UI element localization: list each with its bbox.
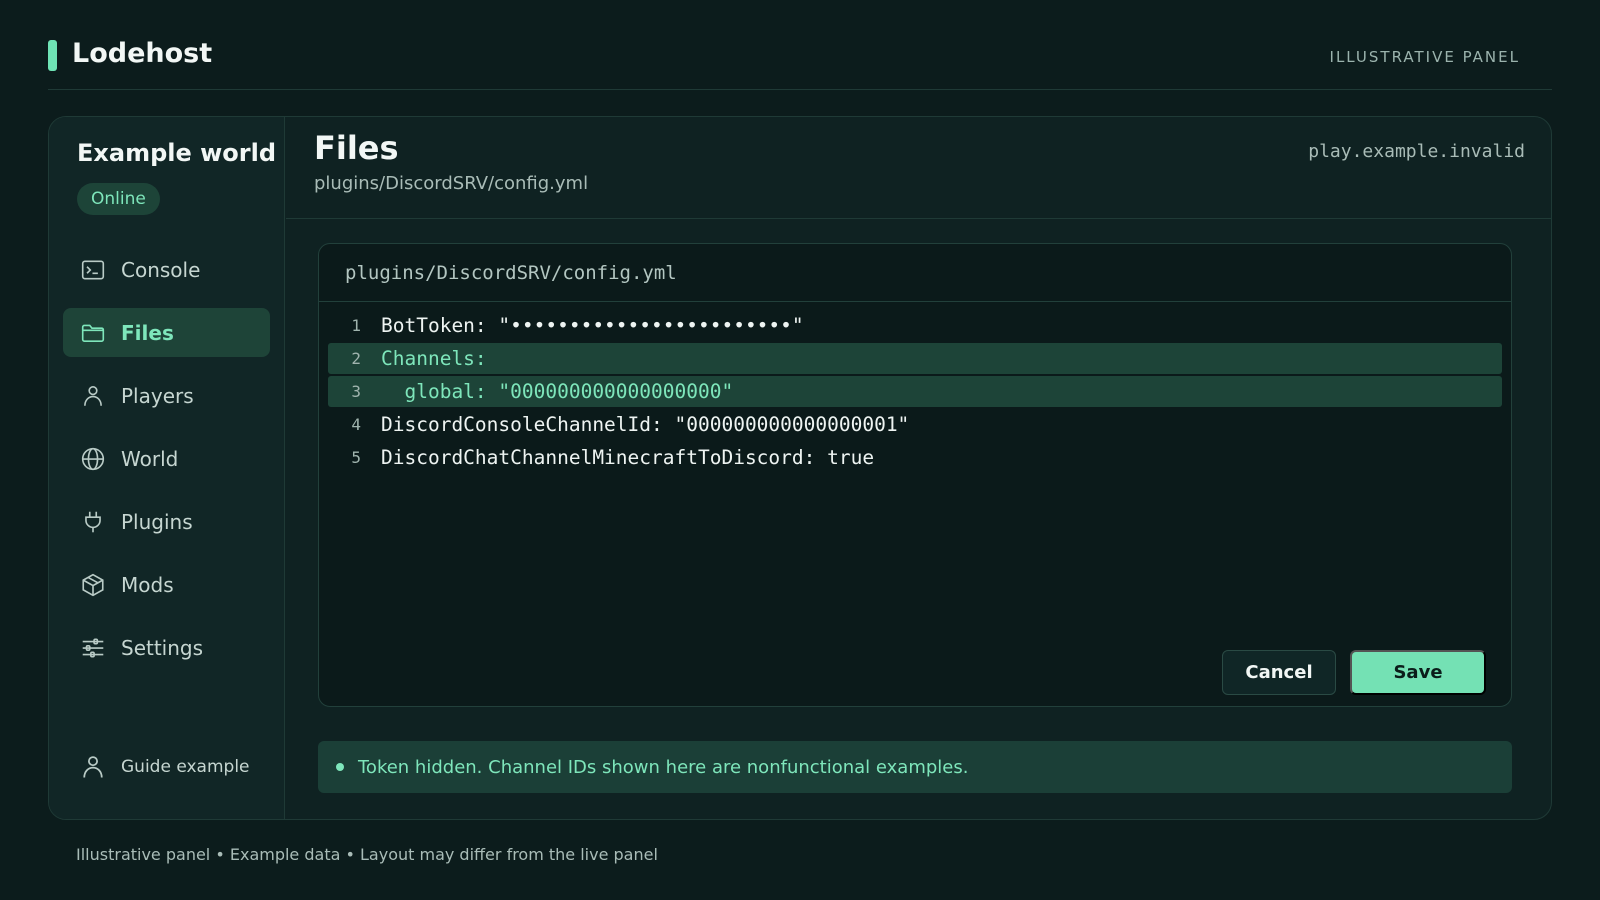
folder-icon <box>79 319 107 347</box>
person-icon <box>79 753 107 781</box>
plug-icon <box>79 508 107 536</box>
sidebar-item-plugins[interactable]: Plugins <box>63 497 270 546</box>
code-line[interactable]: 3 global: "000000000000000000" <box>328 376 1502 407</box>
sidebar-item-world[interactable]: World <box>63 434 270 483</box>
page-title: Files <box>314 129 399 167</box>
line-number: 3 <box>351 382 361 401</box>
sidebar-item-label: Plugins <box>121 509 193 534</box>
sidebar-item-label: World <box>121 446 179 471</box>
panel-shell: Example world Online Console Files Playe… <box>48 116 1552 820</box>
main-content: Files plugins/DiscordSRV/config.yml play… <box>286 117 1551 819</box>
notice-banner: Token hidden. Channel IDs shown here are… <box>318 741 1512 793</box>
brand-logo[interactable]: Lodehost <box>72 38 212 69</box>
code-line[interactable]: 4 DiscordConsoleChannelId: "000000000000… <box>328 409 1502 440</box>
server-name: Example world <box>77 139 277 167</box>
sidebar-item-label: Players <box>121 383 194 408</box>
footer-note: Illustrative panel • Example data • Layo… <box>76 845 658 864</box>
sidebar-item-label: Settings <box>121 635 204 660</box>
code-area[interactable]: 1 BotToken: "••••••••••••••••••••••••" 2… <box>328 310 1502 475</box>
sidebar-nav: Console Files Players World Plugins Mods… <box>63 245 270 686</box>
breadcrumb: plugins/DiscordSRV/config.yml <box>314 173 589 194</box>
brand-accent-bar <box>48 40 57 71</box>
cancel-button[interactable]: Cancel <box>1222 650 1336 695</box>
sidebar-item-mods[interactable]: Mods <box>63 560 270 609</box>
line-number: 5 <box>351 448 361 467</box>
editor-file-name: plugins/DiscordSRV/config.yml <box>319 244 1511 302</box>
code-line[interactable]: 5 DiscordChatChannelMinecraftToDiscord: … <box>328 442 1502 473</box>
sliders-icon <box>79 634 107 662</box>
line-text: DiscordChatChannelMinecraftToDiscord: tr… <box>381 446 875 469</box>
sidebar: Example world Online Console Files Playe… <box>49 117 285 819</box>
line-number: 1 <box>351 316 361 335</box>
sidebar-item-label: Console <box>121 257 201 282</box>
code-editor: plugins/DiscordSRV/config.yml 1 BotToken… <box>318 243 1512 707</box>
sidebar-item-files[interactable]: Files <box>63 308 270 357</box>
sidebar-item-label: Files <box>121 320 174 345</box>
line-text: DiscordConsoleChannelId: "00000000000000… <box>381 413 910 436</box>
box-icon <box>79 571 107 599</box>
terminal-icon <box>79 256 107 284</box>
sidebar-item-settings[interactable]: Settings <box>63 623 270 672</box>
code-line[interactable]: 1 BotToken: "••••••••••••••••••••••••" <box>328 310 1502 341</box>
line-text: global: "000000000000000000" <box>381 380 734 403</box>
line-number: 2 <box>351 349 361 368</box>
status-badge: Online <box>77 183 160 215</box>
line-text: Channels: <box>381 347 487 370</box>
globe-icon <box>79 445 107 473</box>
sidebar-item-players[interactable]: Players <box>63 371 270 420</box>
person-icon <box>79 382 107 410</box>
save-button[interactable]: Save <box>1350 650 1486 695</box>
user-name: Guide example <box>121 757 250 777</box>
sidebar-item-console[interactable]: Console <box>63 245 270 294</box>
line-text: BotToken: "••••••••••••••••••••••••" <box>381 314 804 337</box>
main-header: Files plugins/DiscordSRV/config.yml play… <box>286 117 1551 219</box>
server-address: play.example.invalid <box>1308 141 1525 162</box>
top-bar: Lodehost ILLUSTRATIVE PANEL <box>48 0 1552 90</box>
line-number: 4 <box>351 415 361 434</box>
notice-text: Token hidden. Channel IDs shown here are… <box>358 756 969 778</box>
code-line[interactable]: 2 Channels: <box>328 343 1502 374</box>
user-account[interactable]: Guide example <box>79 753 250 781</box>
panel-tag: ILLUSTRATIVE PANEL <box>1329 48 1520 66</box>
sidebar-item-label: Mods <box>121 572 174 597</box>
bullet-icon <box>336 763 344 771</box>
